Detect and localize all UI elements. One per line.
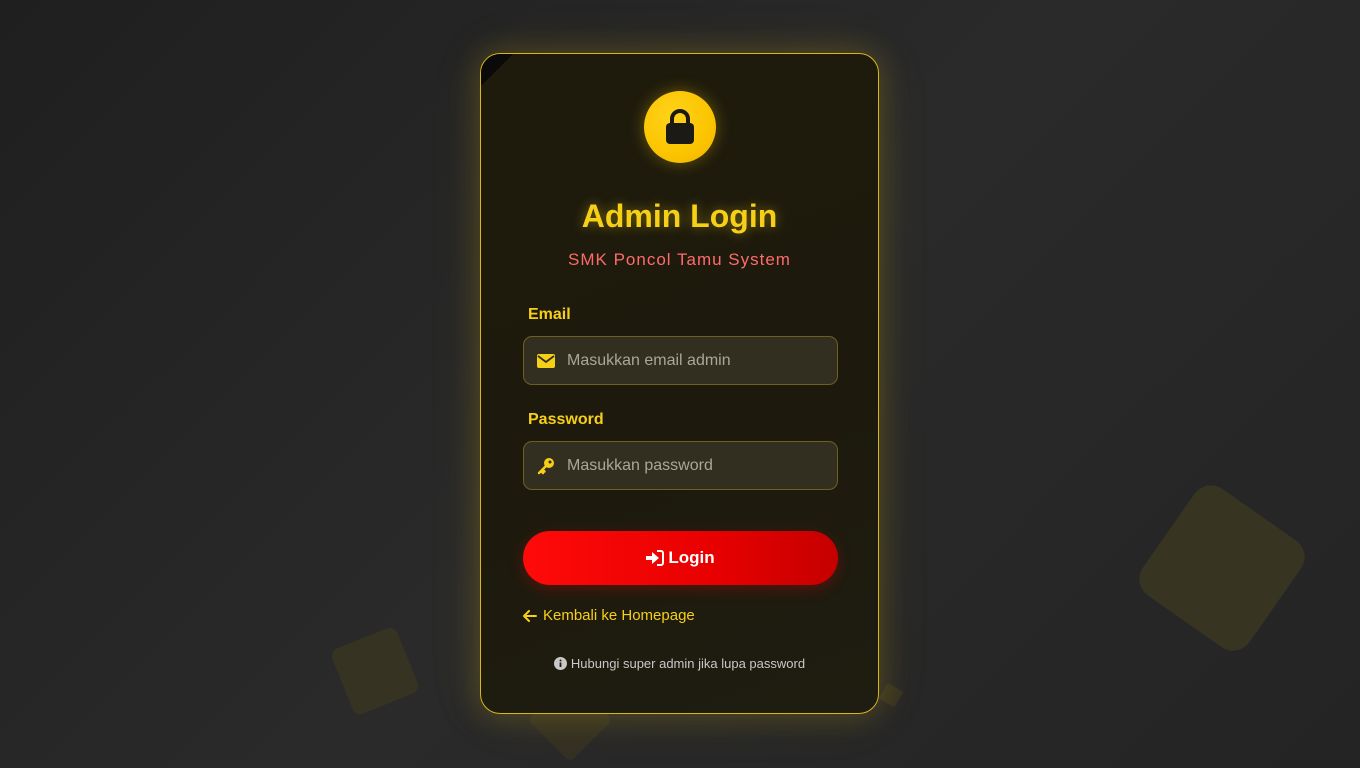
password-field-wrapper	[523, 441, 838, 490]
password-input[interactable]	[567, 442, 827, 489]
back-link-label: Kembali ke Homepage	[543, 607, 695, 624]
email-input[interactable]	[567, 337, 827, 384]
back-to-homepage-link[interactable]: Kembali ke Homepage	[523, 607, 695, 624]
info-circle-icon	[553, 657, 567, 670]
arrow-left-icon	[523, 609, 537, 622]
lock-badge	[644, 91, 716, 163]
password-label: Password	[528, 411, 604, 428]
login-card: Admin Login SMK Poncol Tamu System Email…	[480, 53, 879, 714]
background-decor-square	[329, 625, 421, 717]
key-icon	[537, 457, 555, 475]
page-title: Admin Login	[581, 198, 778, 234]
email-field-wrapper	[523, 336, 838, 385]
background-decor-square	[878, 682, 904, 708]
lock-icon	[666, 109, 694, 144]
help-note-text: Hubungi super admin jika lupa password	[570, 656, 806, 671]
background-decor-square	[1131, 477, 1313, 659]
login-button[interactable]: Login	[523, 531, 838, 585]
sign-in-icon	[646, 550, 665, 566]
page-subtitle: SMK Poncol Tamu System	[568, 250, 791, 269]
login-button-label: Login	[668, 548, 715, 567]
card-corner-accent	[481, 54, 513, 86]
email-label: Email	[528, 306, 571, 323]
help-note: Hubungi super admin jika lupa password	[481, 656, 878, 671]
envelope-icon	[537, 352, 555, 370]
